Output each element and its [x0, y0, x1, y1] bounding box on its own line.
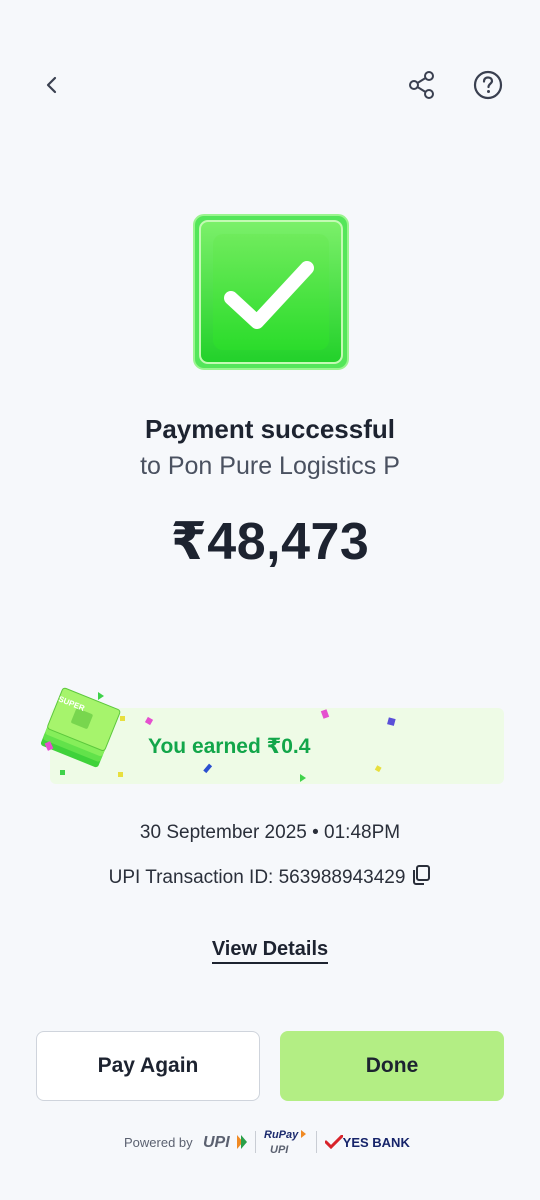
pay-again-button[interactable]: Pay Again	[36, 1031, 260, 1101]
view-details-row: View Details	[0, 938, 540, 964]
share-button[interactable]	[400, 63, 444, 107]
svg-text:RuPay: RuPay	[264, 1129, 299, 1141]
transaction-id: UPI Transaction ID: 563988943429	[108, 867, 406, 888]
view-details-link[interactable]: View Details	[211, 938, 329, 964]
help-button[interactable]	[466, 63, 510, 107]
yes-bank-check-icon	[324, 1135, 343, 1149]
powered-by-footer: Powered by UPI RuPay UPI YES BANK	[124, 1126, 424, 1158]
success-check-badge	[193, 214, 349, 370]
footer-divider	[254, 1131, 256, 1153]
reward-banner[interactable]: SUPER You earned ₹0.4	[36, 680, 506, 792]
upi-logo: UPI	[203, 1134, 247, 1151]
rupay-upi-logo: RuPay UPI	[264, 1129, 306, 1156]
top-bar	[0, 60, 540, 110]
transaction-id-row: UPI Transaction ID: 563988943429	[0, 864, 540, 892]
svg-text:UPI: UPI	[203, 1134, 230, 1151]
payment-amount: ₹48,473	[170, 513, 370, 571]
copy-button[interactable]	[411, 864, 431, 892]
powered-by-label: Powered by	[124, 1134, 193, 1150]
bank-logo: YES BANK	[324, 1134, 410, 1150]
help-circle-icon	[473, 70, 503, 100]
chevron-left-icon	[46, 76, 57, 94]
done-button[interactable]: Done	[280, 1031, 504, 1101]
copy-icon	[413, 865, 431, 885]
check-icon	[193, 214, 349, 370]
payment-date-time: 30 September 2025 • 01:48PM	[139, 822, 401, 843]
recipient-name: to Pon Pure Logistics P	[140, 452, 400, 480]
share-icon	[409, 71, 434, 99]
reward-text: You earned ₹0.4	[148, 735, 311, 758]
footer-divider	[315, 1131, 317, 1153]
payment-status-title: Payment successful	[144, 414, 395, 444]
back-button[interactable]	[30, 63, 74, 107]
bank-name: YES BANK	[342, 1134, 410, 1150]
svg-text:UPI: UPI	[270, 1144, 289, 1156]
